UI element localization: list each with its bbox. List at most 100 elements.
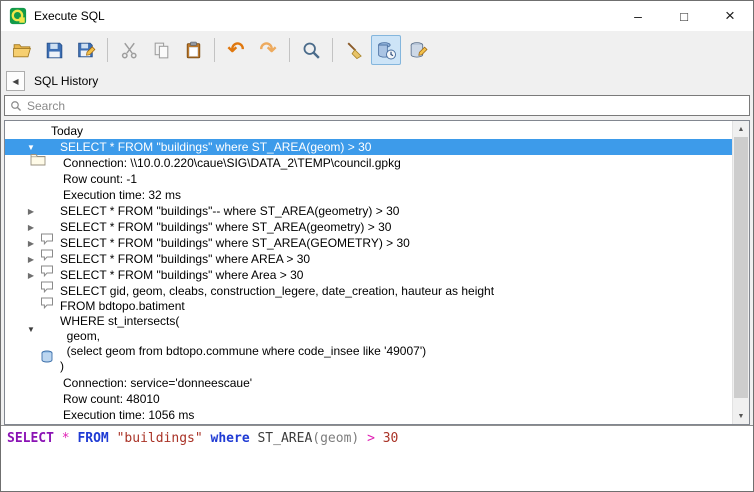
broom-icon [344,40,365,61]
sql-editor[interactable]: SELECT * FROM "buildings" where ST_AREA(… [1,425,753,491]
detail-row-count: Row count: -1 [63,172,137,186]
clear-editor-button[interactable] [339,35,369,65]
history-item[interactable]: ▶ SELECT * FROM "buildings" where ST_ARE… [5,235,732,251]
save-as-button[interactable] [71,35,101,65]
database-edit-icon [408,40,429,61]
minimize-button[interactable]: – [615,1,661,31]
vertical-scrollbar[interactable]: ▲ ▼ [732,121,749,424]
history-item-detail: Execution time: 1056 ms [5,407,732,423]
save-as-icon [76,40,97,61]
scroll-down-icon[interactable]: ▼ [733,408,749,424]
history-tree: Today ▼ SELECT * FROM "buildings" where … [5,121,732,424]
expand-arrow-icon[interactable]: ▶ [24,223,38,232]
history-item[interactable]: ▶ SELECT * FROM "buildings" where Area >… [5,267,732,283]
save-icon [44,40,65,61]
query-bubble-icon [39,204,55,218]
history-item-selected[interactable]: ▼ SELECT * FROM "buildings" where ST_ARE… [5,139,732,155]
search-row [1,93,753,120]
history-item-detail: Row count: 48010 [5,391,732,407]
sql-token: "buildings" [117,431,211,446]
sql-token: ST_AREA [257,431,312,446]
window-controls: – □ × [615,1,753,31]
expand-arrow-icon[interactable]: ▼ [24,143,38,152]
titlebar: Execute SQL – □ × [1,1,753,31]
scroll-up-icon[interactable]: ▲ [733,121,749,137]
expand-arrow-icon[interactable]: ▼ [24,325,38,334]
paste-button[interactable] [178,35,208,65]
folder-icon [30,124,46,138]
find-button[interactable] [296,35,326,65]
database-clock-icon [376,40,397,61]
query-bubble-icon [39,268,55,282]
database-query-icon [39,322,55,336]
save-button[interactable] [39,35,69,65]
query-bubble-icon [39,140,55,154]
cut-button [114,35,144,65]
sql-token: (geom) [312,431,359,446]
history-query-text: SELECT * FROM "buildings" where ST_AREA(… [60,236,410,250]
sql-token: > [367,431,383,446]
back-button[interactable]: ◀ [6,71,25,91]
sql-token [359,431,367,446]
expand-arrow-icon[interactable]: ▶ [24,255,38,264]
toolbar-separator [289,38,290,62]
subheader: ◀ SQL History [1,69,753,93]
history-query-text: SELECT * FROM "buildings" where Area > 3… [60,268,303,282]
history-query-text: SELECT * FROM "buildings"-- where ST_ARE… [60,204,399,218]
search-box [4,95,750,116]
toolbar-separator [332,38,333,62]
scissors-icon [119,40,140,61]
redo-icon: ↷ [260,40,277,60]
history-item-detail: Execution time: 32 ms [5,187,732,203]
sql-token: SELECT [7,431,62,446]
window-title: Execute SQL [34,9,105,23]
search-input[interactable] [27,99,744,113]
magnifier-icon [301,40,322,61]
copy-button [146,35,176,65]
folder-open-icon [12,40,33,61]
undo-button[interactable]: ↶ [221,35,251,65]
load-query-button[interactable] [403,35,433,65]
history-item-detail: Connection: service='donneescaue' [5,375,732,391]
expand-arrow-icon[interactable]: ▶ [24,239,38,248]
sql-token: 30 [383,431,399,446]
panel-title: SQL History [34,74,98,88]
copy-icon [151,40,172,61]
history-query-text: SELECT * FROM "buildings" where ST_AREA(… [60,220,391,234]
history-item-detail: Connection: \\10.0.0.220\caue\SIG\DATA_2… [5,155,732,171]
query-bubble-icon [39,252,55,266]
detail-connection: Connection: \\10.0.0.220\caue\SIG\DATA_2… [63,156,401,170]
toolbar-separator [107,38,108,62]
undo-icon: ↶ [228,40,245,60]
open-file-button[interactable] [7,35,37,65]
qgis-logo-icon [9,7,27,25]
history-query-text: SELECT * FROM "buildings" where ST_AREA(… [60,140,371,154]
execute-sql-window: Execute SQL – □ × [0,0,754,492]
detail-execution-time: Execution time: 32 ms [63,188,181,202]
sql-editor-line: SELECT * FROM "buildings" where ST_AREA(… [7,431,747,446]
history-query-text: SELECT gid, geom, cleabs, construction_l… [60,284,494,374]
history-item-multiline[interactable]: ▼ SELECT gid, geom, cleabs, construction… [5,283,732,375]
expand-arrow-icon[interactable]: ▶ [24,271,38,280]
history-item[interactable]: ▶ SELECT * FROM "buildings"-- where ST_A… [5,203,732,219]
sql-history-button[interactable] [371,35,401,65]
toolbar: ↶ ↷ [1,31,753,69]
detail-row-count: Row count: 48010 [63,392,160,406]
redo-button[interactable]: ↷ [253,35,283,65]
history-tree-panel: Today ▼ SELECT * FROM "buildings" where … [4,120,750,425]
expand-arrow-icon[interactable]: ▶ [24,207,38,216]
history-query-text: SELECT * FROM "buildings" where AREA > 3… [60,252,310,266]
query-bubble-icon [39,236,55,250]
scrollbar-thumb[interactable] [734,137,748,398]
maximize-button[interactable]: □ [661,1,707,31]
detail-connection: Connection: service='donneescaue' [63,376,252,390]
search-icon [10,100,22,112]
sql-token: * [62,431,78,446]
close-button[interactable]: × [707,1,753,31]
history-item-detail: Row count: -1 [5,171,732,187]
detail-execution-time: Execution time: 1056 ms [63,408,194,422]
tree-group-today[interactable]: Today [5,123,732,139]
history-item[interactable]: ▶ SELECT * FROM "buildings" where AREA >… [5,251,732,267]
toolbar-separator [214,38,215,62]
history-item[interactable]: ▶ SELECT * FROM "buildings" where ST_ARE… [5,219,732,235]
